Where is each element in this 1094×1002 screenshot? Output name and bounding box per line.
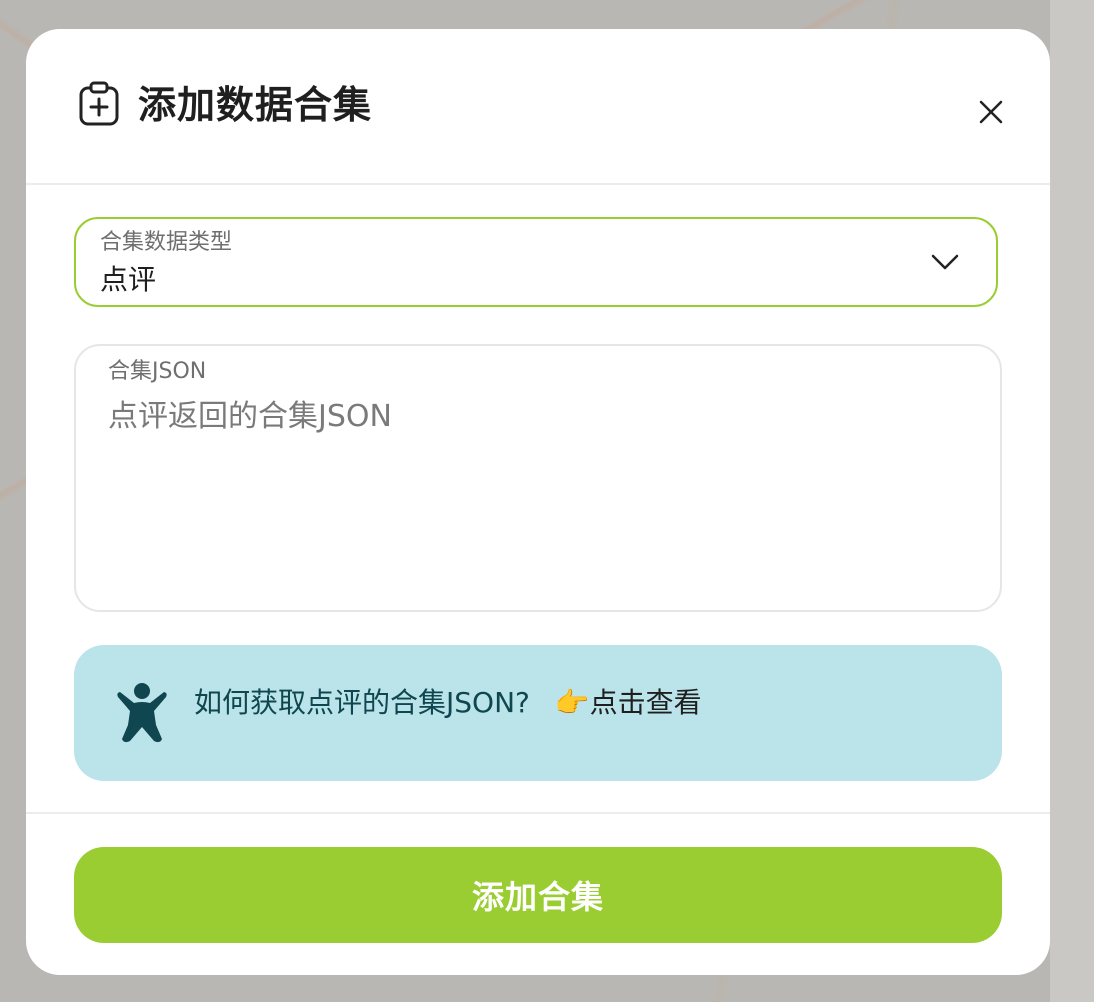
close-button[interactable]	[974, 95, 1008, 129]
help-question: 如何获取点评的合集JSON?	[194, 686, 530, 719]
collection-type-label: 合集数据类型	[100, 230, 233, 255]
dialog-header: 添加数据合集	[26, 29, 1050, 185]
collection-json-input[interactable]	[108, 396, 968, 596]
view-help-link[interactable]: 点击查看	[590, 686, 702, 719]
collection-json-label: 合集JSON	[108, 359, 207, 384]
dialog-title: 添加数据合集	[138, 83, 373, 127]
pointing-hand-icon: 👉	[554, 686, 590, 719]
add-collection-button[interactable]: 添加合集	[74, 847, 1002, 943]
footer-divider	[26, 812, 1050, 814]
add-collection-dialog: 添加数据合集 合集数据类型 点评 合集JSON 如何获取点评的合集JSON? 👉…	[26, 29, 1050, 975]
chevron-down-icon	[931, 254, 959, 270]
background-panel	[1050, 0, 1094, 1002]
person-figure-icon	[117, 683, 167, 743]
collection-type-select[interactable]: 合集数据类型 点评	[74, 217, 998, 307]
close-icon	[979, 100, 1003, 124]
help-text-line: 如何获取点评的合集JSON? 👉点击查看	[194, 683, 702, 723]
clipboard-plus-icon	[79, 81, 119, 126]
collection-type-value: 点评	[100, 263, 157, 296]
collection-json-field: 合集JSON	[74, 344, 1002, 612]
help-banner[interactable]: 如何获取点评的合集JSON? 👉点击查看	[74, 645, 1002, 781]
